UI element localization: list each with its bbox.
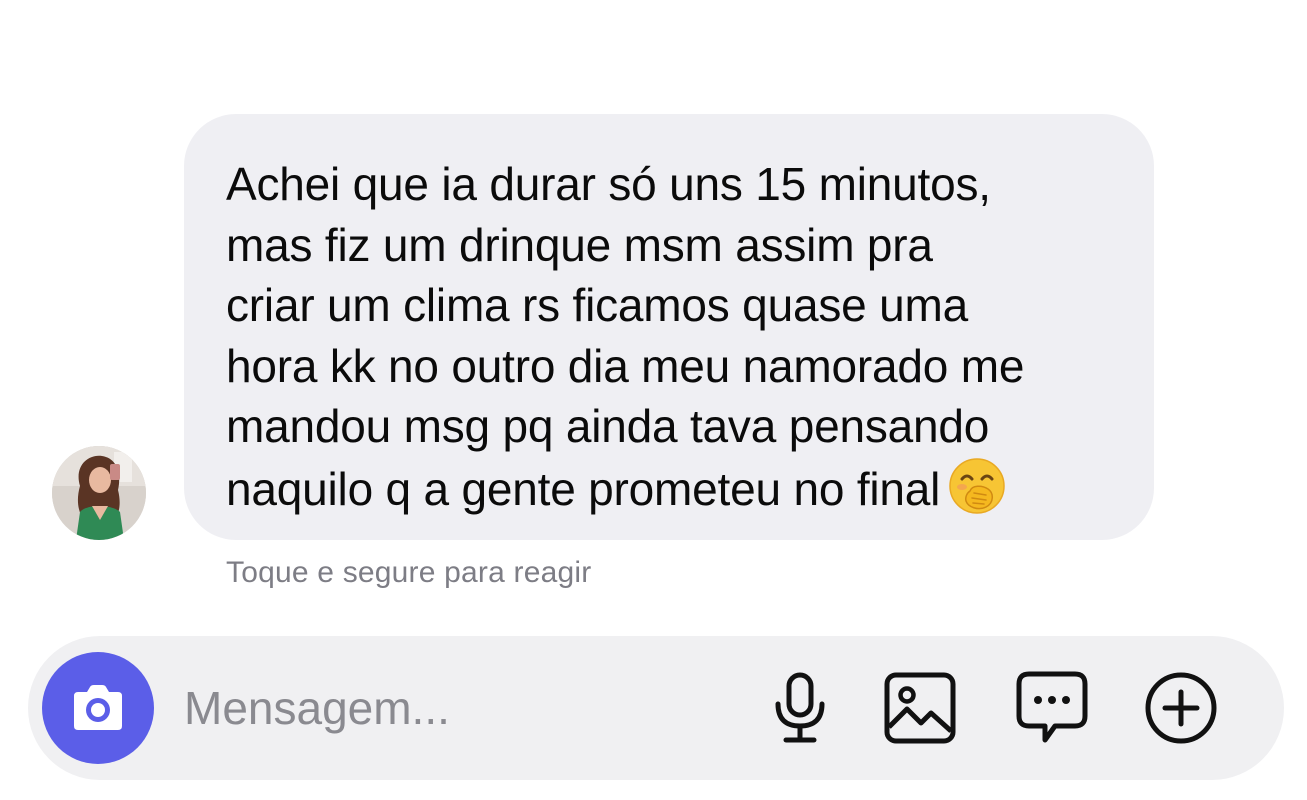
message-line: naquilo q a gente prometeu no final (226, 462, 941, 515)
message-last-line: naquilo q a gente prometeu no final (226, 457, 1114, 520)
contact-avatar[interactable] (52, 446, 146, 540)
message-text: Achei que ia durar só uns 15 minutos, ma… (226, 154, 1114, 519)
camera-button[interactable] (42, 652, 154, 764)
reaction-hint: Toque e segure para reagir (226, 556, 592, 589)
message-line: mas fiz um drinque msm assim pra (226, 218, 933, 271)
message-line: mandou msg pq ainda tava pensando (226, 400, 990, 452)
avatar-photo (52, 446, 146, 540)
plus-circle-icon (1145, 672, 1217, 744)
message-input[interactable] (184, 672, 744, 744)
microphone-button[interactable] (760, 668, 840, 748)
message-line: Achei que ia durar só uns 15 minutos, (226, 158, 991, 210)
hand-over-mouth-emoji-icon (948, 457, 1006, 515)
chat-bubble-icon (1016, 671, 1088, 743)
image-icon (884, 672, 956, 744)
chat-screen: Achei que ia durar só uns 15 minutos, ma… (0, 0, 1307, 800)
message-bubble[interactable]: Achei que ia durar só uns 15 minutos, ma… (184, 114, 1154, 540)
sticker-chat-button[interactable] (1012, 668, 1092, 748)
camera-icon (74, 685, 122, 730)
gallery-button[interactable] (880, 668, 960, 748)
message-line: hora kk no outro dia meu namorado me (226, 339, 1025, 392)
message-line: criar um clima rs ficamos quase uma (226, 279, 968, 331)
microphone-icon (775, 672, 825, 743)
more-options-button[interactable] (1141, 668, 1221, 748)
message-composer (28, 636, 1284, 780)
